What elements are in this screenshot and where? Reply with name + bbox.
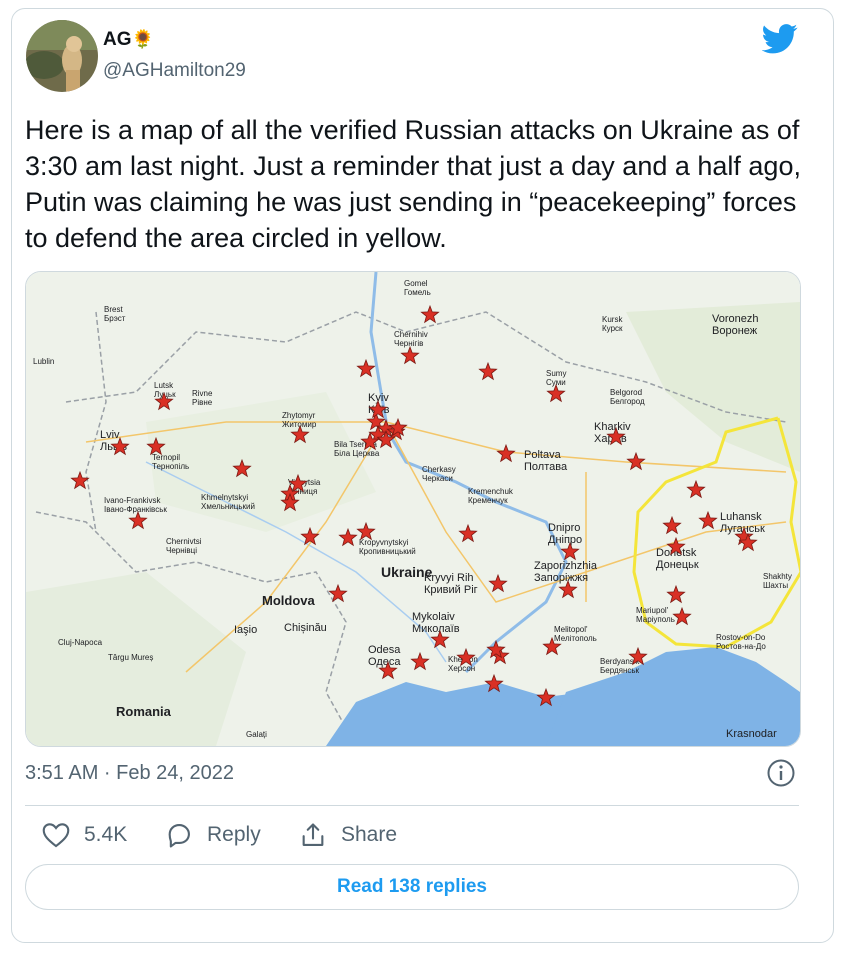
reply-label: Reply [207, 823, 261, 846]
city-label-clujnapoca: Cluj-Napoca [58, 638, 103, 647]
city-label-ivanofrankivsk: Ivano-Frankivsk Івано-Франківськ [104, 496, 167, 514]
city-label-homel: Gomel Гомель [404, 279, 431, 297]
reply-button[interactable]: Reply [165, 820, 261, 850]
city-label-kursk: Kursk Курск [602, 315, 623, 333]
author-avatar[interactable] [26, 20, 98, 92]
city-label-rivne: Rivne Рівне [192, 389, 213, 407]
divider [25, 805, 799, 806]
city-label-voronezh: Voronezh Воронеж [712, 313, 758, 337]
share-label: Share [341, 823, 398, 846]
city-label-lublin: Lublin [33, 357, 54, 366]
reply-icon [168, 824, 190, 848]
city-label-targumures: Târgu Mureș [108, 653, 153, 662]
read-replies-button[interactable]: Read 138 replies [25, 864, 799, 910]
city-label-odesa: Odesa Одеса [368, 644, 401, 668]
tweet-image-map[interactable]: Ukraine Gomel Гомель Brest Брэст Lublin Chern… [25, 271, 801, 747]
city-label-belgorod: Belgorod Белгород [610, 388, 645, 406]
info-icon[interactable] [766, 758, 796, 788]
city-label-sumy: Sumy Суми [546, 369, 566, 387]
city-label-galati: Galați [246, 730, 267, 739]
city-label-brest: Brest Брэст [104, 305, 126, 323]
tweet-timestamp[interactable]: 3:51 AM · Feb 24, 2022 [25, 762, 234, 785]
tweet-text: Here is a map of all the verified Russia… [25, 115, 801, 253]
share-button[interactable]: Share [299, 820, 397, 850]
heart-icon [42, 823, 70, 848]
city-label-chernivtsi: Chernivtsi Чернівці [166, 537, 202, 555]
city-label-dnipro: Dnipro Дніпро [548, 522, 582, 546]
city-label-krasnodar: Krasnodar [726, 728, 777, 740]
author-handle[interactable]: @AGHamilton29 [103, 60, 246, 82]
like-button[interactable]: 5.4K [42, 820, 127, 850]
share-icon [302, 823, 324, 846]
city-label-chisinau: Chișinău [284, 622, 327, 634]
author-name[interactable]: AG🌻 [103, 29, 154, 51]
city-label-shakhty: Shakhty Шахты [763, 572, 792, 590]
city-label-romania: Romania [116, 704, 172, 719]
like-count: 5.4K [84, 823, 128, 846]
city-label-chernihiv: Chernihiv Чернігів [394, 330, 428, 348]
city-label-cherkasy: Cherkasy Черкаси [422, 465, 456, 483]
city-label-iasi: Iaşio [234, 624, 257, 636]
city-label-zhytomyr: Zhytomyr Житомир [282, 411, 317, 429]
twitter-bird-icon[interactable] [761, 24, 798, 54]
city-label-kremenchuk: Kremenchuk Кременчук [468, 487, 514, 505]
city-label-mykolaiv: Mykolaiv Миколаїв [412, 611, 460, 635]
city-label-kropyvnytskyi: Kropyvnytskyi Кропивницький [359, 538, 416, 556]
city-label-khmelnytskyi: Khmelnytskyi Хмельницький [201, 493, 255, 511]
city-label-moldova: Moldova [262, 593, 315, 608]
city-label-kryvyirih: Kryvyi Rih Кривий Ріг [424, 572, 478, 596]
city-label-rostov: Rostov-on-Do Ростов-на-До [716, 633, 766, 651]
